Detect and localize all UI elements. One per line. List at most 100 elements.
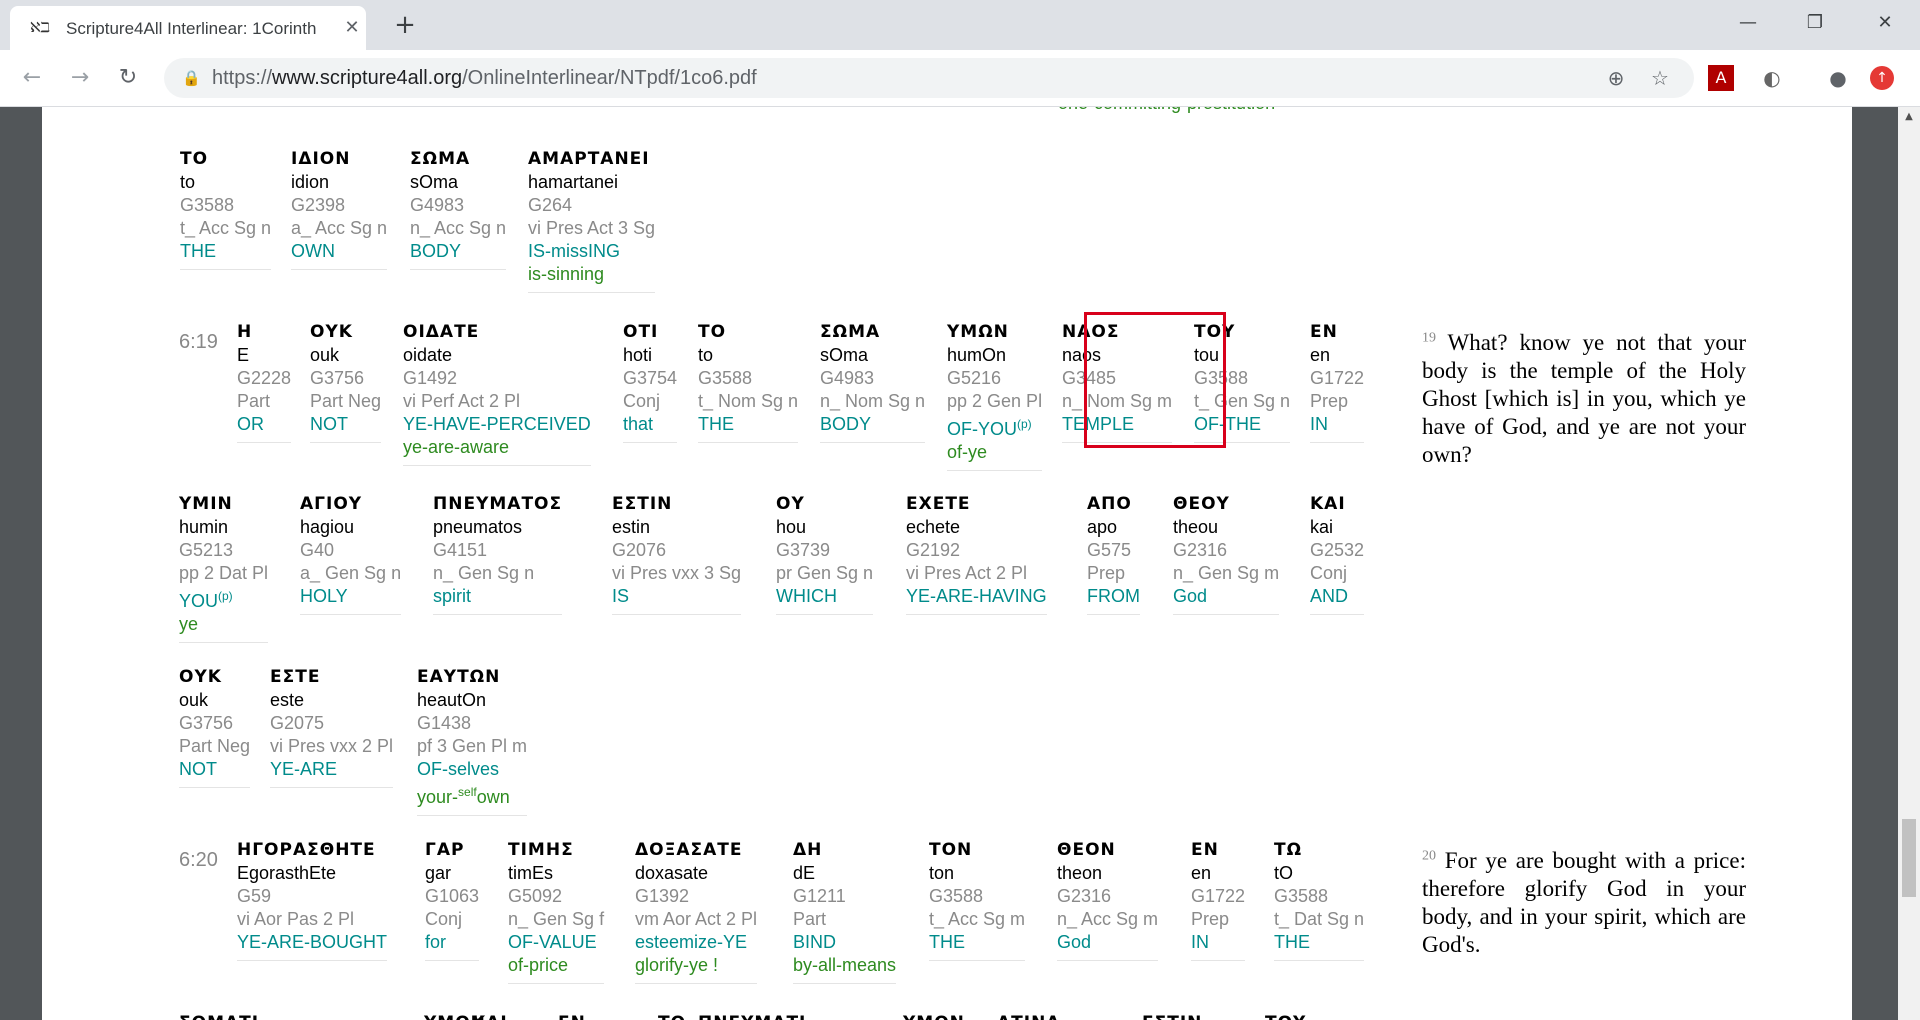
transliteration: en [1191, 863, 1212, 883]
word-divider [820, 442, 926, 443]
pdf-extension-icon[interactable]: A [1708, 65, 1734, 91]
greek-word: ΤΙΜΗΣ [508, 840, 574, 860]
english-gloss: spirit [433, 586, 472, 606]
transliteration: echete [906, 517, 961, 537]
extension-icon[interactable]: ◐ [1756, 62, 1788, 94]
address-bar[interactable]: 🔒 https://www.scripture4all.org/OnlineIn… [164, 58, 1694, 98]
greek-word: ΓΑΡ [425, 840, 465, 860]
word-divider [508, 983, 605, 984]
transliteration: hamartanei [528, 172, 619, 192]
page-scrollbar[interactable]: ▲ [1898, 107, 1920, 1020]
parsing: Part [237, 391, 271, 411]
interlinear-word: ΑΜΑΡΤΑΝΕΙ hamartanei G264 vi Pres Act 3 Sg I… [528, 148, 656, 293]
english-gloss: FROM [1087, 586, 1140, 606]
interlinear-word: ΑΓΙΟΥ hagiou G40 a_ Gen Sg n HOLY [300, 493, 402, 615]
reload-button[interactable]: ↻ [112, 62, 144, 94]
greek-word: ΑΠΟ [1087, 494, 1132, 514]
transliteration: ouk [179, 690, 209, 710]
english-gloss: YOU(p) [179, 589, 233, 611]
transliteration: kai [1310, 517, 1334, 537]
greek-word: ΟΥΚ [310, 322, 353, 342]
greek-word: ΤΩ [658, 1012, 686, 1020]
english-gloss: YE-ARE [270, 759, 338, 779]
parsing: n_ Gen Sg m [1173, 563, 1280, 583]
parsing: vi Pres vxx 3 Sg [612, 563, 742, 583]
strongs-number: G2075 [270, 713, 325, 733]
strongs-number: G2398 [291, 195, 346, 215]
word-divider [403, 465, 591, 466]
word-divider [635, 983, 758, 984]
alternate-gloss: your-selfown [417, 785, 510, 807]
greek-word: ΕΝ [558, 1012, 586, 1020]
url-text[interactable]: https://www.scripture4all.org/OnlineInte… [212, 67, 757, 89]
bookmark-star-icon[interactable]: ☆ [1646, 64, 1674, 92]
transliteration: heautOn [417, 690, 487, 710]
kjv-verse-number: 20 [1422, 848, 1436, 864]
parsing: vi Aor Pas 2 Pl [237, 909, 355, 929]
verse-reference: 6:20 [179, 849, 218, 871]
greek-word: Η [237, 322, 253, 342]
interlinear-word: ΓΑΡ gar G1063 Conj for [425, 839, 480, 961]
strongs-number: G1211 [793, 886, 846, 906]
word-divider [793, 983, 897, 984]
parsing: a_ Gen Sg n [300, 563, 402, 583]
word-divider [612, 614, 742, 615]
greek-word: ΕΑΥΤΩΝ [417, 667, 501, 687]
transliteration: dE [793, 863, 816, 883]
greek-word: ΥΜΙΝ [179, 494, 233, 514]
strongs-number: G1492 [403, 368, 458, 388]
minimize-button[interactable]: — [1728, 8, 1768, 38]
new-tab-button[interactable]: + [390, 10, 420, 40]
strongs-number: G3756 [179, 713, 234, 733]
scrollbar-thumb[interactable] [1902, 819, 1916, 897]
strongs-number: G5213 [179, 540, 234, 560]
strongs-number: G59 [237, 886, 272, 906]
english-gloss: THE [698, 414, 734, 434]
forward-button[interactable]: → [64, 62, 96, 94]
close-tab-icon[interactable]: ✕ [340, 16, 364, 40]
parsing: n_ Acc Sg n [410, 218, 507, 238]
strongs-number: G2316 [1173, 540, 1228, 560]
browser-tab[interactable]: ℵℶ Scripture4All Interlinear: 1Corinth ✕ [10, 6, 366, 50]
parsing: t_ Acc Sg m [929, 909, 1026, 929]
strongs-number: G5092 [508, 886, 563, 906]
scroll-up-icon[interactable]: ▲ [1898, 111, 1920, 122]
english-gloss: OWN [291, 241, 335, 261]
word-divider [1173, 614, 1280, 615]
strongs-number: G5216 [947, 368, 1002, 388]
pdf-viewer[interactable]: one-committing-prostitution ΤΟ to G3588 t_ … [0, 107, 1898, 1020]
greek-word: ΚΑΙ [472, 1012, 508, 1020]
greek-word: ΣΩΜΑΤΙ [179, 1012, 259, 1020]
close-window-button[interactable]: ✕ [1865, 8, 1905, 38]
word-divider [237, 442, 292, 443]
zoom-icon[interactable]: ⊕ [1602, 64, 1630, 92]
strongs-number: G3588 [698, 368, 753, 388]
strongs-number: G40 [300, 540, 335, 560]
update-icon[interactable]: ↑ [1870, 66, 1894, 90]
interlinear-word: ΤΩ [658, 1012, 686, 1020]
interlinear-word: ΔΗ dE G1211 Part BIND by-all-means [793, 839, 897, 984]
interlinear-word: ΤΟ to G3588 t_ Nom Sg n THE [698, 321, 799, 443]
parsing: vi Pres vxx 2 Pl [270, 736, 394, 756]
transliteration: to [180, 172, 196, 192]
alternate-gloss: glorify-ye ! [635, 955, 719, 975]
strongs-number: G3756 [310, 368, 365, 388]
interlinear-word: ΘΕΟΝ theon G2316 n_ Acc Sg m God [1057, 839, 1159, 961]
strongs-number: G1722 [1310, 368, 1365, 388]
interlinear-word: Η E G2228 Part OR [237, 321, 292, 443]
interlinear-word: ΕΑΥΤΩΝ heautOn G1438 pf 3 Gen Pl m OF-selves… [417, 666, 528, 816]
greek-word: ΘΕΟΝ [1057, 840, 1116, 860]
back-button[interactable]: ← [16, 62, 48, 94]
word-divider [1057, 960, 1159, 961]
parsing: t_ Dat Sg n [1274, 909, 1365, 929]
english-gloss: NOT [310, 414, 348, 434]
transliteration: estin [612, 517, 651, 537]
strongs-number: G264 [528, 195, 573, 215]
parsing: pf 3 Gen Pl m [417, 736, 528, 756]
kjv-verse-number: 19 [1422, 330, 1436, 346]
profile-avatar-icon[interactable]: ● [1822, 62, 1854, 94]
strongs-number: G3754 [623, 368, 678, 388]
word-divider [433, 614, 563, 615]
word-divider [310, 442, 382, 443]
restore-button[interactable]: ❐ [1795, 8, 1835, 38]
